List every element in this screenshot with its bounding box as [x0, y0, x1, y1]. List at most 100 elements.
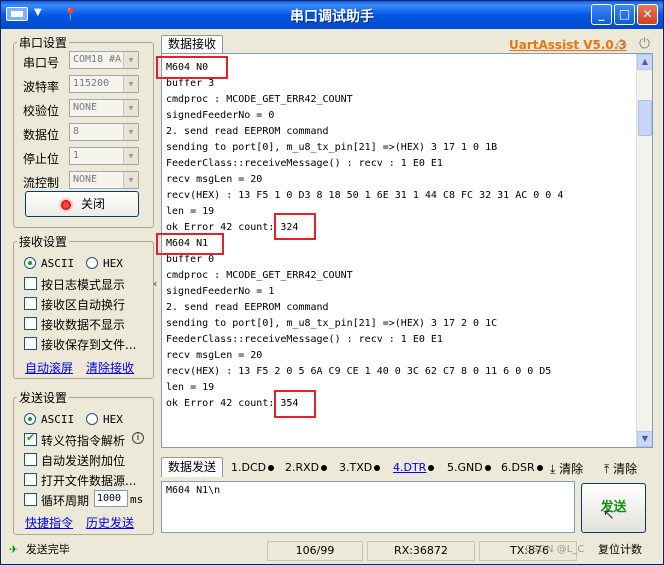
cursor-icon: ↖ [603, 507, 615, 523]
receive-line: signedFeederNo = 1 [166, 286, 275, 297]
stopbits-select[interactable]: 1 ▼ [69, 147, 139, 165]
dcd-dot-icon [268, 465, 275, 471]
highlight-box [274, 213, 316, 240]
receive-line: recv msgLen = 20 [166, 350, 263, 361]
cycle-checkbox[interactable] [24, 493, 37, 506]
chevron-down-icon[interactable]: ▼ [123, 76, 138, 92]
send-hex-radio[interactable] [86, 413, 98, 425]
rxd-indicator: 2.RXD [285, 461, 328, 474]
receive-ascii-label: ASCII [41, 257, 75, 270]
chevron-down-icon[interactable]: ▼ [123, 148, 138, 164]
send-ascii-radio[interactable] [24, 413, 36, 425]
receive-settings-title: 接收设置 [17, 233, 70, 250]
chevron-down-icon[interactable]: ▼ [123, 52, 138, 68]
auto-append-label: 自动发送附加位 [41, 454, 126, 468]
close-window-button[interactable]: ✕ [637, 4, 658, 25]
receive-scrollbar[interactable]: ▲ ▼ [636, 54, 652, 447]
send-settings-title: 发送设置 [17, 389, 70, 406]
receive-line: recv(HEX) : 13 F5 2 0 5 6A C9 CE 1 40 0 … [166, 366, 552, 377]
quick-command-link[interactable]: 快捷指令 [25, 514, 73, 531]
baud-select[interactable]: 115200 ▼ [69, 75, 139, 93]
clear-send-button-1[interactable]: ⤓ 清除 [550, 460, 583, 477]
collapse-panel-handle[interactable]: ‹ [153, 277, 161, 293]
receive-line: recv(HEX) : 13 F5 1 0 D3 8 18 50 1 6E 31… [166, 190, 564, 201]
minimize-button[interactable]: _ [591, 4, 612, 25]
title-bar[interactable]: ▼ 📍 串口调试助手 _ □ ✕ [1, 1, 663, 29]
scroll-down-icon[interactable]: ▼ [637, 431, 652, 447]
tab-receive[interactable]: 数据接收 [161, 35, 223, 54]
power-icon[interactable]: ⏻ [639, 37, 657, 53]
cycle-unit: ms [130, 493, 144, 506]
status-icon: ✈ [9, 543, 19, 556]
baud-value: 115200 [73, 78, 110, 89]
dtr-toggle[interactable]: 4.DTR [393, 461, 435, 474]
brand-link[interactable]: UartAssist V5.0.3 [509, 38, 627, 52]
scroll-up-icon[interactable]: ▲ [637, 54, 652, 70]
port-status-icon [58, 197, 73, 212]
maximize-button[interactable]: □ [614, 4, 635, 25]
scroll-thumb[interactable] [638, 100, 652, 136]
status-message: 发送完毕 [25, 543, 70, 556]
parity-value: NONE [73, 102, 98, 113]
auto-scroll-link[interactable]: 自动滚屏 [25, 359, 73, 376]
highlight-box [156, 233, 224, 255]
status-counter: 106/99 [267, 541, 363, 561]
send-input[interactable]: M604 N1\n [161, 481, 575, 533]
reset-count-button[interactable]: 复位计数 [581, 541, 659, 561]
highlight-box [156, 56, 228, 79]
gnd-dot-icon [484, 465, 491, 471]
serial-settings-title: 串口设置 [17, 34, 70, 51]
info-icon[interactable]: i [132, 432, 144, 444]
chevron-down-icon[interactable]: ▼ [123, 100, 138, 116]
close-port-button[interactable]: 关闭 [25, 191, 139, 217]
arrow-down-icon: ⤓ [550, 462, 556, 476]
app-window: ▼ 📍 串口调试助手 _ □ ✕ 串口设置 串口号 COM18 #A ▼ 波特率 … [0, 0, 664, 565]
arrow-up-icon: ⤒ [604, 462, 610, 476]
chevron-down-icon[interactable]: ▼ [123, 124, 138, 140]
receive-data-area[interactable]: M604 N0 buffer 3 cmdproc : MCODE_GET_ERR… [161, 53, 653, 448]
dsr-label: 6.DSR [501, 461, 535, 474]
port-select[interactable]: COM18 #A ▼ [69, 51, 139, 69]
auto-wrap-checkbox[interactable] [24, 297, 37, 310]
send-text: M604 N1\n [166, 485, 221, 496]
cycle-label: 循环周期 [41, 494, 90, 508]
stopbits-value: 1 [73, 150, 80, 161]
tab-send[interactable]: 数据发送 [161, 457, 223, 477]
escape-parse-label: 转义符指令解析 [41, 434, 126, 448]
watermark: CSDN @L_C [525, 544, 585, 555]
databits-select[interactable]: 8 ▼ [69, 123, 139, 141]
chevron-down-icon[interactable]: ▼ [123, 172, 138, 188]
clear-receive-link[interactable]: 清除接收 [86, 359, 134, 376]
highlight-box [274, 390, 316, 418]
rxd-label: 2.RXD [285, 461, 320, 474]
auto-append-checkbox[interactable] [24, 453, 37, 466]
history-send-link[interactable]: 历史发送 [86, 514, 134, 531]
txd-label: 3.TXD [339, 461, 373, 474]
receive-line: len = 19 [166, 382, 215, 393]
receive-line: signedFeederNo = 0 [166, 110, 275, 121]
cycle-input[interactable]: 1000 [94, 490, 128, 507]
clear-send-button-2[interactable]: ⤒ 清除 [604, 460, 637, 477]
log-mode-checkbox[interactable] [24, 277, 37, 290]
receive-line: FeederClass::receiveMessage() : recv : 1… [166, 158, 443, 169]
dcd-label: 1.DCD [231, 461, 267, 474]
receive-ascii-radio[interactable] [24, 257, 36, 269]
auto-wrap-label: 接收区自动换行 [41, 298, 126, 312]
window-title: 串口调试助手 [290, 9, 374, 25]
stopbits-label: 停止位 [23, 152, 60, 166]
open-file-checkbox[interactable] [24, 473, 37, 486]
diamond-icon[interactable]: ◇ [616, 37, 634, 53]
hide-data-checkbox[interactable] [24, 317, 37, 330]
databits-value: 8 [73, 126, 80, 137]
flow-select[interactable]: NONE ▼ [69, 171, 139, 189]
receive-line: recv msgLen = 20 [166, 174, 263, 185]
receive-hex-radio[interactable] [86, 257, 98, 269]
clear-label: 清除 [613, 462, 638, 476]
txd-dot-icon [374, 465, 381, 471]
clear-label: 清除 [559, 462, 584, 476]
parity-select[interactable]: NONE ▼ [69, 99, 139, 117]
status-rx: RX:36872 [367, 541, 475, 561]
escape-parse-checkbox[interactable] [24, 431, 37, 446]
receive-line: sending to port[0], m_u8_tx_pin[21] =>(H… [166, 318, 498, 329]
save-to-file-checkbox[interactable] [24, 337, 37, 350]
